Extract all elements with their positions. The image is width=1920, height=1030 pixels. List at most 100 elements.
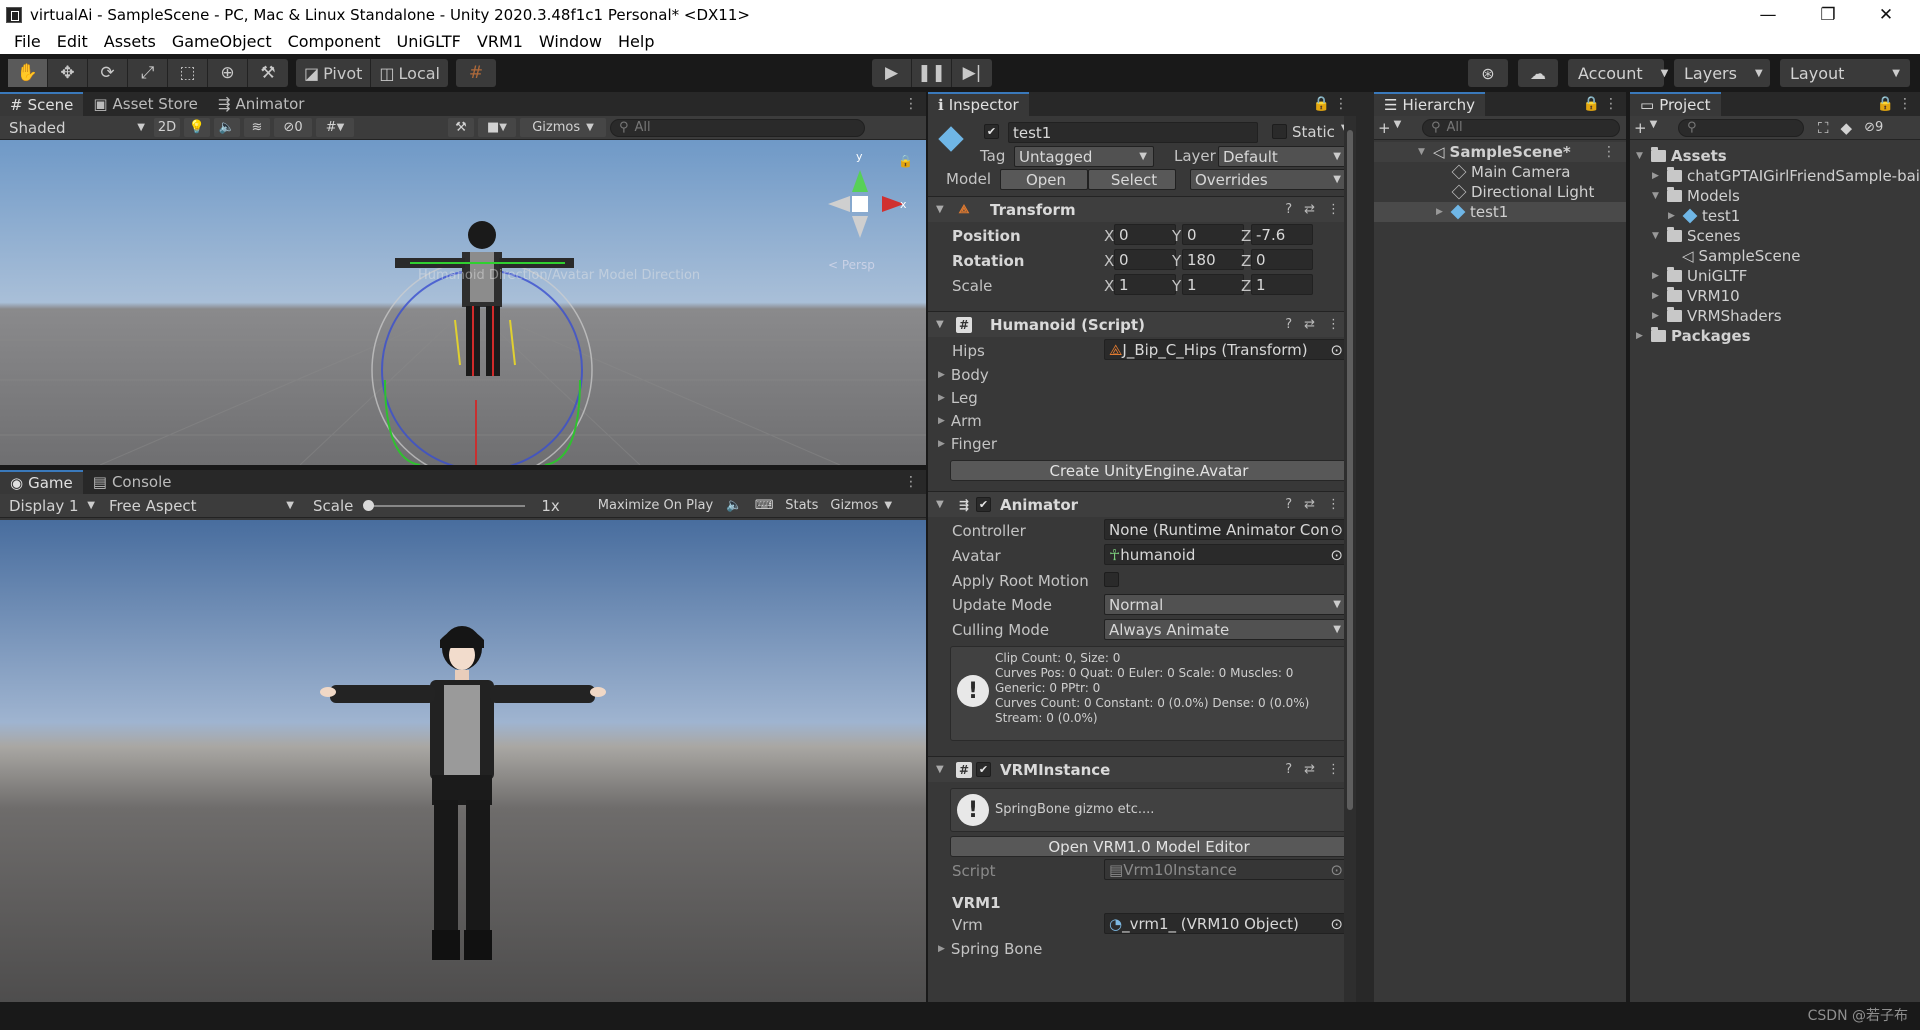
- cloud-icon[interactable]: ☁: [1518, 59, 1558, 87]
- vrm-instance-header[interactable]: ▼ # ✔ VRMInstance ? ⇄ ⋮: [928, 756, 1350, 782]
- project-item-unigltf[interactable]: ▶ UniGLTF: [1652, 266, 1747, 286]
- panel-menu-icon[interactable]: ⋮: [904, 96, 918, 112]
- play-button[interactable]: ▶: [872, 59, 912, 87]
- component-menu-icon[interactable]: ⋮: [1327, 317, 1340, 332]
- transform-header[interactable]: ▼ ⟁ Transform ? ⇄ ⋮: [928, 196, 1350, 222]
- component-menu-icon[interactable]: ⋮: [1327, 202, 1340, 217]
- panel-divider[interactable]: [0, 465, 926, 470]
- local-toggle[interactable]: ◫ Local: [371, 59, 448, 87]
- tab-inspector[interactable]: ℹ Inspector: [928, 92, 1029, 116]
- position-y-field[interactable]: 0: [1182, 224, 1244, 245]
- custom-tool-icon[interactable]: ⚒: [248, 59, 288, 87]
- animator-enabled-checkbox[interactable]: ✔: [976, 497, 991, 512]
- preset-icon[interactable]: ⇄: [1304, 317, 1315, 332]
- vrm-enabled-checkbox[interactable]: ✔: [976, 762, 991, 777]
- panel-menu-icon[interactable]: ⋮: [1604, 96, 1618, 112]
- audio-icon[interactable]: 🔈: [214, 118, 240, 137]
- project-item-vrmshaders[interactable]: ▶ VRMShaders: [1652, 306, 1782, 326]
- rotation-y-field[interactable]: 180: [1182, 249, 1244, 270]
- effects-icon[interactable]: ≋: [244, 118, 270, 137]
- object-name-field[interactable]: test1: [1008, 122, 1258, 143]
- tab-hierarchy[interactable]: ☰ Hierarchy: [1374, 92, 1485, 116]
- hierarchy-item-test1[interactable]: ▶ test1: [1436, 202, 1508, 222]
- collab-icon[interactable]: ⊛: [1468, 59, 1508, 87]
- tab-asset-store[interactable]: ▣ Asset Store: [83, 92, 208, 116]
- grid-toggle[interactable]: # ▼: [316, 118, 354, 137]
- scale-z-field[interactable]: 1: [1251, 274, 1313, 295]
- filter-label-icon[interactable]: ◆: [1841, 119, 1853, 137]
- active-checkbox[interactable]: ✔: [984, 124, 999, 139]
- menu-window[interactable]: Window: [531, 32, 610, 51]
- finger-foldout[interactable]: ▶ Finger: [938, 435, 997, 453]
- game-gizmos-dropdown[interactable]: Gizmos ▼: [826, 496, 897, 515]
- static-dropdown[interactable]: Static▼: [1292, 123, 1349, 141]
- mute-audio-icon[interactable]: 🔈: [721, 496, 748, 515]
- scene-search-input[interactable]: ⚲ All: [610, 118, 865, 137]
- menu-component[interactable]: Component: [280, 32, 389, 51]
- model-select-button[interactable]: Select: [1088, 169, 1176, 190]
- menu-file[interactable]: File: [6, 32, 49, 51]
- project-item-scenes[interactable]: ▼ Scenes: [1652, 226, 1741, 246]
- help-icon[interactable]: ?: [1285, 497, 1292, 512]
- lock-icon[interactable]: 🔒: [1583, 96, 1600, 112]
- panel-divider[interactable]: [926, 92, 928, 1002]
- rect-tool-icon[interactable]: ⬚: [168, 59, 208, 87]
- hierarchy-item-directional-light[interactable]: Directional Light: [1451, 182, 1594, 202]
- rotate-tool-icon[interactable]: ⟳: [88, 59, 128, 87]
- scrollbar-thumb[interactable]: [1347, 130, 1353, 810]
- static-checkbox[interactable]: [1272, 124, 1287, 139]
- apply-root-motion-checkbox[interactable]: [1104, 572, 1119, 587]
- tag-dropdown[interactable]: Untagged ▼: [1014, 146, 1154, 167]
- move-tool-icon[interactable]: ✥: [48, 59, 88, 87]
- layout-dropdown[interactable]: Layout ▼: [1780, 59, 1910, 87]
- panel-menu-icon[interactable]: ⋮: [1334, 96, 1348, 112]
- object-picker-icon[interactable]: ⊙: [1330, 546, 1343, 564]
- menu-help[interactable]: Help: [610, 32, 662, 51]
- position-x-field[interactable]: 0: [1114, 224, 1176, 245]
- scale-slider[interactable]: [363, 499, 526, 511]
- humanoid-header[interactable]: ▼ # Humanoid (Script) ? ⇄ ⋮: [928, 311, 1350, 337]
- maximize-on-play-toggle[interactable]: Maximize On Play: [593, 496, 718, 515]
- layer-dropdown[interactable]: Default ▼: [1218, 146, 1348, 167]
- layers-dropdown[interactable]: Layers ▼: [1674, 59, 1770, 87]
- panel-divider[interactable]: [1356, 92, 1374, 1002]
- project-assets-folder[interactable]: ▼ Assets: [1636, 146, 1727, 166]
- display-dropdown[interactable]: Display 1 ▼: [4, 496, 100, 515]
- help-icon[interactable]: ?: [1285, 202, 1292, 217]
- panel-divider[interactable]: [1626, 92, 1630, 1002]
- tab-scene[interactable]: # Scene: [0, 92, 84, 116]
- menu-gameobject[interactable]: GameObject: [164, 32, 280, 51]
- object-picker-icon[interactable]: ⊙: [1330, 521, 1343, 539]
- project-packages-folder[interactable]: ▶ Packages: [1636, 326, 1751, 346]
- project-search-input[interactable]: ⚲: [1678, 118, 1804, 137]
- project-item-chatgpt[interactable]: ▶ chatGPTAIGirlFriendSample-bai: [1652, 166, 1920, 186]
- stats-toggle[interactable]: Stats: [781, 496, 823, 515]
- hierarchy-search-input[interactable]: ⚲ All: [1422, 118, 1620, 137]
- project-item-test1[interactable]: ▶ test1: [1668, 206, 1740, 226]
- update-mode-dropdown[interactable]: Normal ▼: [1104, 594, 1348, 615]
- component-menu-icon[interactable]: ⋮: [1327, 497, 1340, 512]
- inspector-scrollbar[interactable]: [1344, 116, 1356, 1002]
- grid-snap-icon[interactable]: #: [456, 59, 496, 87]
- lock-icon[interactable]: 🔒: [1313, 96, 1330, 112]
- component-menu-icon[interactable]: ⋮: [1327, 762, 1340, 777]
- camera-dropdown[interactable]: ■ ▼: [478, 118, 516, 137]
- rotation-x-field[interactable]: 0: [1114, 249, 1176, 270]
- pause-button[interactable]: ❚❚: [912, 59, 952, 87]
- scale-x-field[interactable]: 1: [1114, 274, 1176, 295]
- menu-vrm1[interactable]: VRM1: [469, 32, 531, 51]
- open-vrm-editor-button[interactable]: Open VRM1.0 Model Editor: [950, 836, 1348, 857]
- lock-icon[interactable]: 🔒: [898, 154, 913, 168]
- create-dropdown[interactable]: + ▼: [1378, 119, 1418, 137]
- scene-menu-icon[interactable]: ⋮: [1602, 144, 1616, 160]
- leg-foldout[interactable]: ▶ Leg: [938, 389, 978, 407]
- rotation-z-field[interactable]: 0: [1251, 249, 1313, 270]
- filter-type-icon[interactable]: ⛶: [1818, 119, 1829, 137]
- scale-y-field[interactable]: 1: [1182, 274, 1244, 295]
- lighting-icon[interactable]: 💡: [184, 118, 210, 137]
- menu-edit[interactable]: Edit: [49, 32, 96, 51]
- avatar-object-field[interactable]: ☥humanoid ⊙: [1104, 544, 1348, 565]
- tab-project[interactable]: ▭ Project: [1630, 92, 1721, 116]
- hidden-objects-toggle[interactable]: ⊘ 0: [274, 118, 312, 137]
- project-item-models[interactable]: ▼ Models: [1652, 186, 1740, 206]
